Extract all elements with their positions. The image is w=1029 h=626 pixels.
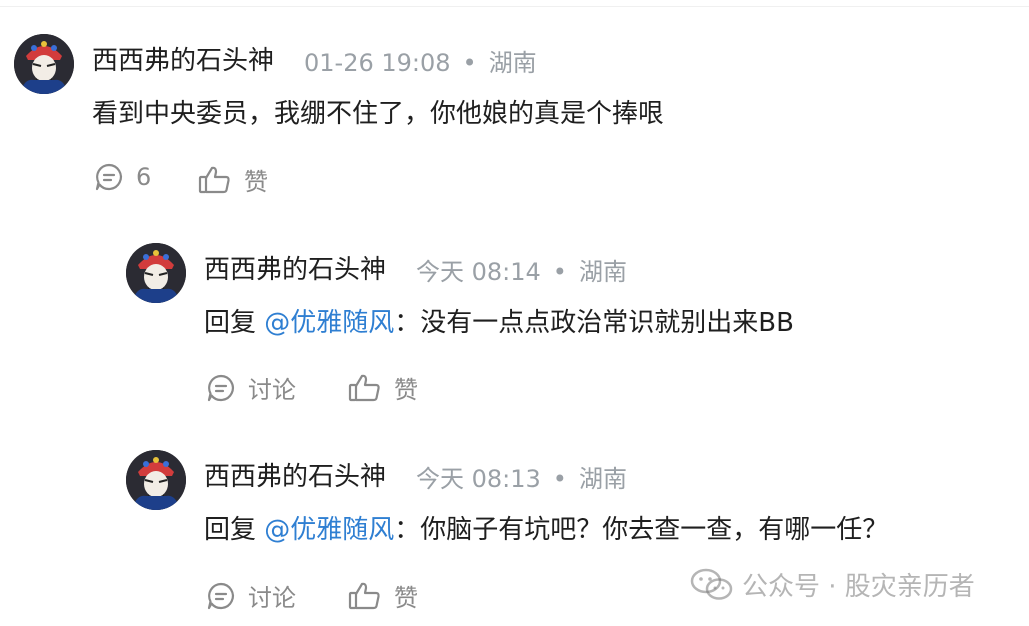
- mention-link[interactable]: @优雅随风: [264, 515, 394, 545]
- watermark-text: 公众号 · 股灾亲历者: [742, 572, 975, 602]
- like-label: 赞: [244, 168, 268, 196]
- comment-icon: [207, 374, 234, 401]
- reply-count-button[interactable]: 6: [94, 162, 151, 192]
- comment-text: 回复 @优雅随风：你脑子有坑吧？你去查一查，有哪一任？: [204, 509, 888, 546]
- reply-count: 6: [136, 163, 152, 191]
- opera-face-avatar-icon: [14, 34, 74, 94]
- watermark: 公众号 · 股灾亲历者: [690, 566, 975, 603]
- like-button[interactable]: 赞: [198, 162, 268, 197]
- like-label: 赞: [394, 376, 418, 404]
- top-divider: [0, 6, 1029, 7]
- comment-text: 回复 @优雅随风：没有一点点政治常识就别出来BB: [204, 302, 794, 339]
- reply-body: ：你脑子有坑吧？你去查一查，有哪一任？: [394, 515, 889, 545]
- comment-location: 湖南: [578, 258, 627, 286]
- comment-meta: 01-26 19:08 • 湖南: [304, 43, 537, 78]
- reply-prefix: 回复: [204, 515, 265, 545]
- opera-face-avatar-icon: [126, 243, 186, 303]
- comment-author[interactable]: 西西弗的石头神: [204, 249, 386, 286]
- thumbs-up-icon: [198, 166, 230, 193]
- comment-author[interactable]: 西西弗的石头神: [204, 456, 386, 493]
- like-button[interactable]: 赞: [348, 578, 418, 613]
- comment-location: 湖南: [578, 465, 627, 493]
- avatar[interactable]: [126, 243, 186, 303]
- wechat-icon: [690, 568, 733, 600]
- discuss-button[interactable]: 讨论: [206, 578, 296, 613]
- comment-author[interactable]: 西西弗的石头神: [92, 40, 274, 77]
- avatar[interactable]: [126, 450, 186, 510]
- discuss-button[interactable]: 讨论: [206, 370, 296, 405]
- reply-prefix: 回复: [204, 308, 265, 338]
- discuss-label: 讨论: [248, 376, 296, 404]
- meta-separator: •: [462, 49, 477, 77]
- comment-time: 今天 08:13: [416, 465, 541, 493]
- meta-separator: •: [552, 258, 567, 286]
- discuss-label: 讨论: [248, 584, 296, 612]
- meta-separator: •: [552, 465, 567, 493]
- comment-icon: [207, 582, 234, 609]
- comment-meta: 今天 08:13 • 湖南: [416, 459, 627, 494]
- comment-text: 看到中央委员，我绷不住了，你他娘的真是个捧哏: [92, 99, 665, 129]
- comment-time: 01-26 19:08: [304, 49, 451, 77]
- comment-meta: 今天 08:14 • 湖南: [416, 252, 627, 287]
- like-button[interactable]: 赞: [348, 370, 418, 405]
- thumbs-up-icon: [348, 582, 380, 609]
- avatar[interactable]: [14, 34, 74, 94]
- mention-link[interactable]: @优雅随风: [264, 308, 394, 338]
- comment-icon: [95, 163, 122, 191]
- thumbs-up-icon: [348, 374, 380, 401]
- comment-time: 今天 08:14: [416, 258, 541, 286]
- like-label: 赞: [394, 584, 418, 612]
- comment-location: 湖南: [488, 49, 537, 77]
- reply-body: ：没有一点点政治常识就别出来BB: [394, 308, 794, 338]
- opera-face-avatar-icon: [126, 450, 186, 510]
